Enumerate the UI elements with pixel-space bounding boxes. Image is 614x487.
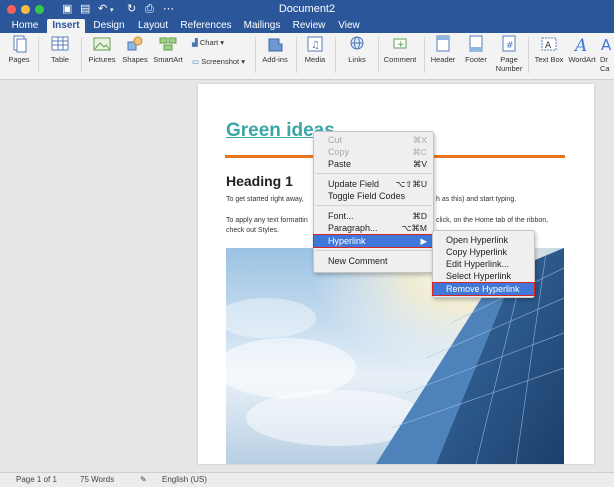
smartart-button[interactable]: SmartArt (152, 35, 184, 64)
header-icon (436, 35, 450, 52)
ribbon-tabs: Home Insert Design Layout References Mai… (0, 19, 614, 33)
pages-icon (13, 35, 27, 53)
header-button[interactable]: Header (428, 35, 458, 64)
language[interactable]: English (US) (162, 475, 207, 484)
ribbon-divider (296, 37, 297, 73)
comment-icon: + (393, 38, 407, 50)
addins-icon (268, 38, 283, 52)
menu-separator (315, 205, 432, 206)
tab-layout[interactable]: Layout (134, 19, 172, 33)
word-count[interactable]: 75 Words (80, 475, 114, 484)
status-bar: Page 1 of 1 75 Words ✎ English (US) (0, 472, 614, 487)
ribbon-divider (38, 37, 39, 73)
media-button[interactable]: ♫ Media (300, 35, 330, 64)
submenu-item-copy-hyperlink[interactable]: Copy Hyperlink (433, 246, 534, 258)
svg-text:A: A (601, 36, 612, 53)
drop-cap-icon: A (601, 36, 612, 53)
body-text-line[interactable]: To get started right away, (226, 196, 304, 203)
svg-text:+: + (397, 40, 405, 50)
menu-item-paste[interactable]: Paste ⌘V (314, 158, 433, 170)
shapes-button[interactable]: Shapes (120, 35, 150, 64)
submenu-item-edit-hyperlink[interactable]: Edit Hyperlink... (433, 258, 534, 270)
links-button[interactable]: Links (340, 35, 374, 64)
tab-design[interactable]: Design (89, 19, 129, 33)
screenshot-icon: ▭ (192, 57, 200, 66)
footer-icon (469, 35, 483, 52)
wordart-icon: A (573, 36, 587, 53)
pictures-button[interactable]: Pictures (86, 35, 118, 64)
screenshot-button[interactable]: ▭ Screenshot ▾ (192, 57, 245, 66)
ribbon-divider (335, 37, 336, 73)
tab-references[interactable]: References (178, 19, 234, 33)
pictures-icon (93, 37, 111, 51)
comment-button[interactable]: + Comment (382, 35, 418, 64)
menu-item-paragraph[interactable]: Paragraph... ⌥⌘M (314, 222, 433, 234)
menu-item-new-comment[interactable]: New Comment (314, 255, 433, 267)
ribbon-divider (81, 37, 82, 73)
menu-separator (315, 250, 432, 251)
drop-cap-button[interactable]: A Dr Ca (600, 35, 614, 73)
tab-insert[interactable]: Insert (47, 19, 85, 33)
menu-item-update-field[interactable]: Update Field ⌥⇧⌘U (314, 178, 433, 190)
menu-item-hyperlink[interactable]: Hyperlink ▶ (313, 234, 434, 248)
svg-text:#: # (506, 41, 514, 51)
menu-item-toggle-field-codes[interactable]: Toggle Field Codes (314, 190, 433, 202)
ribbon-divider (378, 37, 379, 73)
addins-button[interactable]: Add-ins (259, 35, 291, 64)
ribbon-divider (424, 37, 425, 73)
globe-link-icon (350, 36, 364, 50)
footer-button[interactable]: Footer (461, 35, 491, 64)
ribbon-divider (528, 37, 529, 73)
wordart-button[interactable]: A WordArt (566, 35, 598, 64)
page-number-button[interactable]: # Page Number (493, 35, 525, 73)
body-text-line[interactable]: check out Styles. (226, 227, 279, 234)
submenu-item-select-hyperlink[interactable]: Select Hyperlink (433, 270, 534, 282)
page-number-icon: # (502, 35, 516, 52)
table-icon (51, 36, 69, 51)
ribbon-divider (255, 37, 256, 73)
tab-review[interactable]: Review (290, 19, 328, 33)
svg-text:♫: ♫ (311, 40, 320, 51)
pages-button[interactable]: Pages (4, 35, 34, 64)
submenu-item-open-hyperlink[interactable]: Open Hyperlink (433, 234, 534, 246)
heading-1[interactable]: Heading 1 (226, 173, 293, 189)
menu-item-font[interactable]: Font... ⌘D (314, 210, 433, 222)
media-icon: ♫ (307, 36, 323, 52)
chart-button[interactable]: ▟ Chart ▾ (192, 38, 224, 47)
tab-view[interactable]: View (334, 19, 364, 33)
svg-text:A: A (573, 36, 587, 53)
title-bar: ▣ ▤ ↶ ▾ ↻ ⎙ ⋯ Document2 (0, 0, 614, 19)
tab-home[interactable]: Home (8, 19, 42, 33)
body-text-line[interactable]: click, on the Home tab of the ribbon, (436, 217, 548, 224)
page-count[interactable]: Page 1 of 1 (16, 475, 57, 484)
svg-text:A: A (545, 41, 552, 51)
hyperlink-submenu: Open Hyperlink Copy Hyperlink Edit Hyper… (432, 230, 535, 298)
submenu-arrow-icon: ▶ (420, 236, 427, 246)
textbox-button[interactable]: A Text Box (532, 35, 566, 64)
tab-mailings[interactable]: Mailings (241, 19, 283, 33)
document-title: Document2 (278, 3, 336, 15)
menu-item-cut[interactable]: Cut ⌘X (314, 134, 433, 146)
context-menu: Cut ⌘X Copy ⌘C Paste ⌘V Update Field ⌥⇧⌘… (313, 131, 434, 273)
menu-separator (315, 173, 432, 174)
chart-icon: ▟ (192, 38, 198, 47)
textbox-icon: A (541, 37, 557, 51)
menu-item-copy[interactable]: Copy ⌘C (314, 146, 433, 158)
body-text-line[interactable]: To apply any text formattin (226, 217, 308, 224)
submenu-item-remove-hyperlink[interactable]: Remove Hyperlink (432, 282, 535, 296)
table-button[interactable]: Table (44, 35, 76, 64)
body-text-line[interactable]: h as this) and start typing. (436, 196, 516, 203)
shapes-icon (127, 36, 143, 51)
proofing-icon[interactable]: ✎ (140, 475, 147, 484)
smartart-icon (159, 37, 177, 51)
ribbon-insert: Pages Table Pictures Shapes SmartArt ▟ C… (0, 33, 614, 80)
